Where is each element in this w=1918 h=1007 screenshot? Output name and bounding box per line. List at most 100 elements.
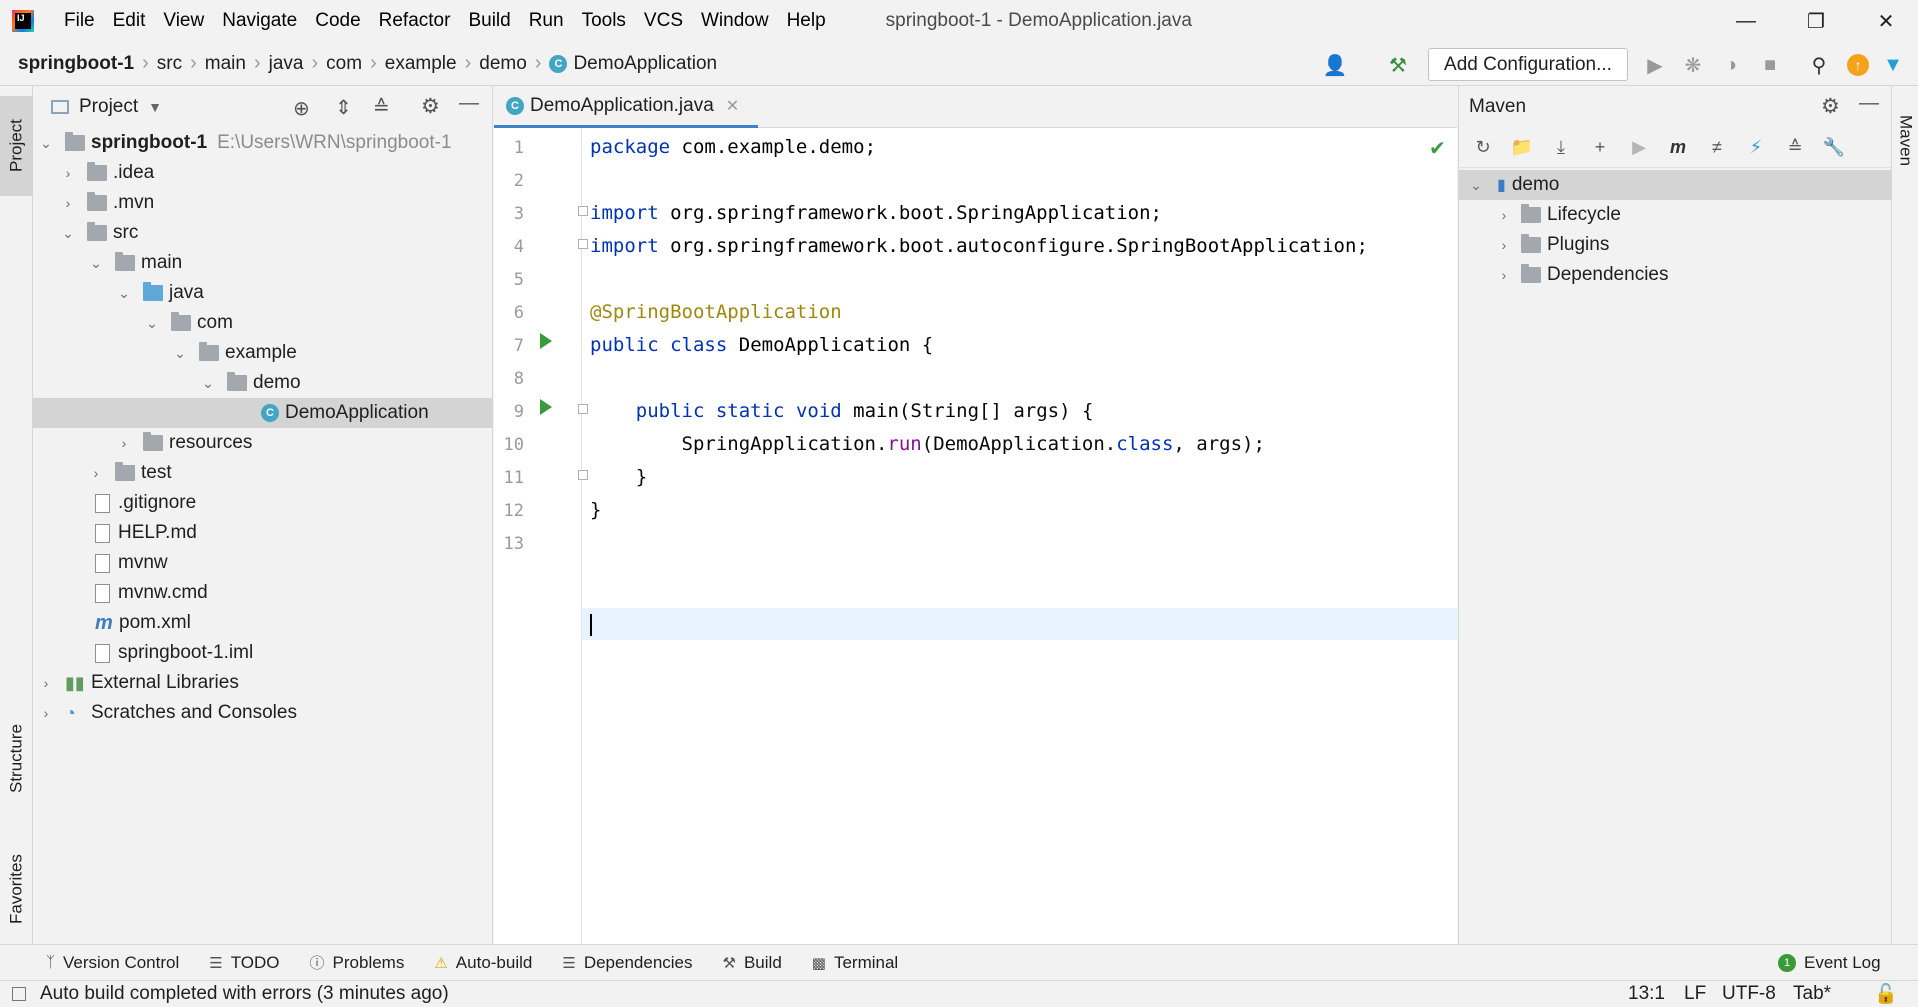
add-configuration-button[interactable]: Add Configuration... [1428, 48, 1628, 81]
collapse-all-icon[interactable]: ≙ [1783, 136, 1807, 160]
update-icon[interactable]: ↑ [1845, 52, 1871, 78]
close-icon[interactable]: ✕ [1856, 0, 1916, 42]
tree-node[interactable]: ⌄ src [33, 218, 493, 248]
gear-icon[interactable]: ⚙ [1821, 94, 1840, 119]
menu-edit[interactable]: Edit [113, 10, 146, 32]
menu-tools[interactable]: Tools [582, 10, 626, 32]
breadcrumb-item-src[interactable]: src [157, 53, 182, 75]
run-icon[interactable]: ▶ [1642, 52, 1668, 78]
chevron-down-icon[interactable]: ▼ [148, 99, 162, 115]
maven-tree-node[interactable]: › Plugins [1459, 230, 1892, 260]
breadcrumb-item-current[interactable]: C DemoApplication [549, 53, 717, 75]
chevron-right-icon[interactable]: › [89, 465, 103, 481]
indent-setting[interactable]: Tab* [1793, 983, 1831, 1005]
locate-icon[interactable]: ⊕ [293, 96, 310, 121]
cursor-position[interactable]: 13:1 [1628, 983, 1665, 1005]
line-ending[interactable]: LF [1684, 983, 1706, 1005]
tree-node[interactable]: m pom.xml [33, 608, 493, 638]
breadcrumb-item-com[interactable]: com [326, 53, 362, 75]
breadcrumb-item-main[interactable]: main [205, 53, 246, 75]
tree-node[interactable]: springboot-1.iml [33, 638, 493, 668]
gear-icon[interactable]: ⚙ [421, 94, 440, 119]
tree-node[interactable]: ⌄ main [33, 248, 493, 278]
debug-icon[interactable]: ❋ [1680, 52, 1706, 78]
reload-icon[interactable]: ↻ [1471, 136, 1495, 160]
toggle-offline-icon[interactable]: ≠ [1705, 136, 1729, 160]
tab-auto-build[interactable]: ⚠ Auto-build [434, 953, 532, 973]
menu-code[interactable]: Code [315, 10, 360, 32]
chevron-down-icon[interactable]: ⌄ [201, 375, 215, 392]
tab-terminal[interactable]: ▩ Terminal [812, 953, 898, 973]
toggle-tool-windows-icon[interactable] [12, 987, 26, 1001]
tab-version-control[interactable]: ᛉ Version Control [46, 953, 179, 973]
breadcrumb-item-example[interactable]: example [385, 53, 457, 75]
tree-node[interactable]: mvnw.cmd [33, 578, 493, 608]
chevron-right-icon[interactable]: › [1497, 267, 1511, 283]
maven-tool-tab[interactable]: Maven [1892, 96, 1918, 186]
project-tool-tab[interactable]: Project [0, 96, 33, 196]
chevron-down-icon[interactable]: ⌄ [1469, 177, 1483, 194]
run-main-icon[interactable] [540, 399, 552, 415]
chevron-down-icon[interactable]: ⌄ [89, 255, 103, 272]
tree-node[interactable]: ⌄ com [33, 308, 493, 338]
add-icon[interactable]: + [1588, 136, 1612, 160]
tree-node-root[interactable]: ⌄ springboot-1 E:\Users\WRN\springboot-1 [33, 128, 493, 158]
no-problems-check-icon[interactable]: ✔ [1429, 136, 1446, 161]
menu-run[interactable]: Run [529, 10, 564, 32]
execute-goal-icon[interactable]: m [1666, 136, 1690, 160]
minimize-icon[interactable]: — [1716, 0, 1776, 42]
tree-node[interactable]: › .idea [33, 158, 493, 188]
tree-node[interactable]: .gitignore [33, 488, 493, 518]
chevron-right-icon[interactable]: › [1497, 207, 1511, 223]
chevron-right-icon[interactable]: › [39, 675, 53, 691]
maven-tree-node[interactable]: › Dependencies [1459, 260, 1892, 290]
tab-build[interactable]: ⚒ Build [723, 953, 782, 973]
stop-icon[interactable]: ■ [1757, 52, 1783, 78]
chevron-right-icon[interactable]: › [117, 435, 131, 451]
menu-refactor[interactable]: Refactor [379, 10, 451, 32]
chevron-down-icon[interactable]: ⌄ [39, 135, 53, 152]
download-icon[interactable]: ⤓ [1549, 136, 1573, 160]
menu-help[interactable]: Help [787, 10, 826, 32]
tree-node-selected[interactable]: C DemoApplication [33, 398, 493, 428]
tree-node[interactable]: › resources [33, 428, 493, 458]
run-icon[interactable]: ▶ [1627, 136, 1651, 160]
tab-event-log[interactable]: 1 Event Log [1778, 953, 1881, 973]
fold-end-icon[interactable] [578, 239, 588, 249]
fold-imports-icon[interactable] [578, 206, 588, 216]
breadcrumb-item-java[interactable]: java [269, 53, 304, 75]
tree-node[interactable]: › test [33, 458, 493, 488]
file-encoding[interactable]: UTF-8 [1722, 983, 1776, 1005]
tree-node[interactable]: ⌄ java [33, 278, 493, 308]
menu-window[interactable]: Window [701, 10, 769, 32]
chevron-right-icon[interactable]: › [39, 705, 53, 721]
tree-node[interactable]: › ▮▮ External Libraries [33, 668, 493, 698]
status-message[interactable]: Auto build completed with errors (3 minu… [40, 983, 449, 1005]
editor-tab-active[interactable]: C DemoApplication.java ✕ [494, 86, 758, 128]
tab-problems[interactable]: ⓘ Problems [310, 952, 405, 973]
fold-end-icon[interactable] [578, 470, 588, 480]
maven-tree-root[interactable]: ⌄ ▮ demo [1459, 170, 1892, 200]
code-editor[interactable]: C DemoApplication.java ✕ ✔ 1 2 3 4 5 6 7… [494, 86, 1457, 944]
chevron-down-icon[interactable]: ⌄ [117, 285, 131, 302]
skip-tests-icon[interactable]: ⚡ [1744, 136, 1768, 160]
expand-all-icon[interactable]: ⇕ [335, 95, 352, 120]
tree-node[interactable]: ⌄ example [33, 338, 493, 368]
chevron-right-icon[interactable]: › [1497, 237, 1511, 253]
hide-panel-icon[interactable]: — [459, 92, 479, 115]
favorites-tool-tab[interactable]: Favorites [0, 834, 33, 944]
chevron-down-icon[interactable]: ⌄ [61, 225, 75, 242]
close-tab-icon[interactable]: ✕ [726, 96, 739, 116]
tab-dependencies[interactable]: ☰ Dependencies [562, 953, 692, 973]
chevron-right-icon[interactable]: › [61, 165, 75, 181]
menu-vcs[interactable]: VCS [644, 10, 683, 32]
search-icon[interactable]: ⚲ [1806, 52, 1832, 78]
project-panel-title[interactable]: Project [79, 96, 138, 118]
breadcrumb-item-root[interactable]: springboot-1 [18, 53, 134, 75]
restore-icon[interactable]: ❐ [1786, 0, 1846, 42]
menu-view[interactable]: View [163, 10, 204, 32]
maven-tree-node[interactable]: › Lifecycle [1459, 200, 1892, 230]
menu-file[interactable]: File [64, 10, 95, 32]
tab-todo[interactable]: ☰ TODO [209, 953, 279, 973]
tree-node[interactable]: mvnw [33, 548, 493, 578]
